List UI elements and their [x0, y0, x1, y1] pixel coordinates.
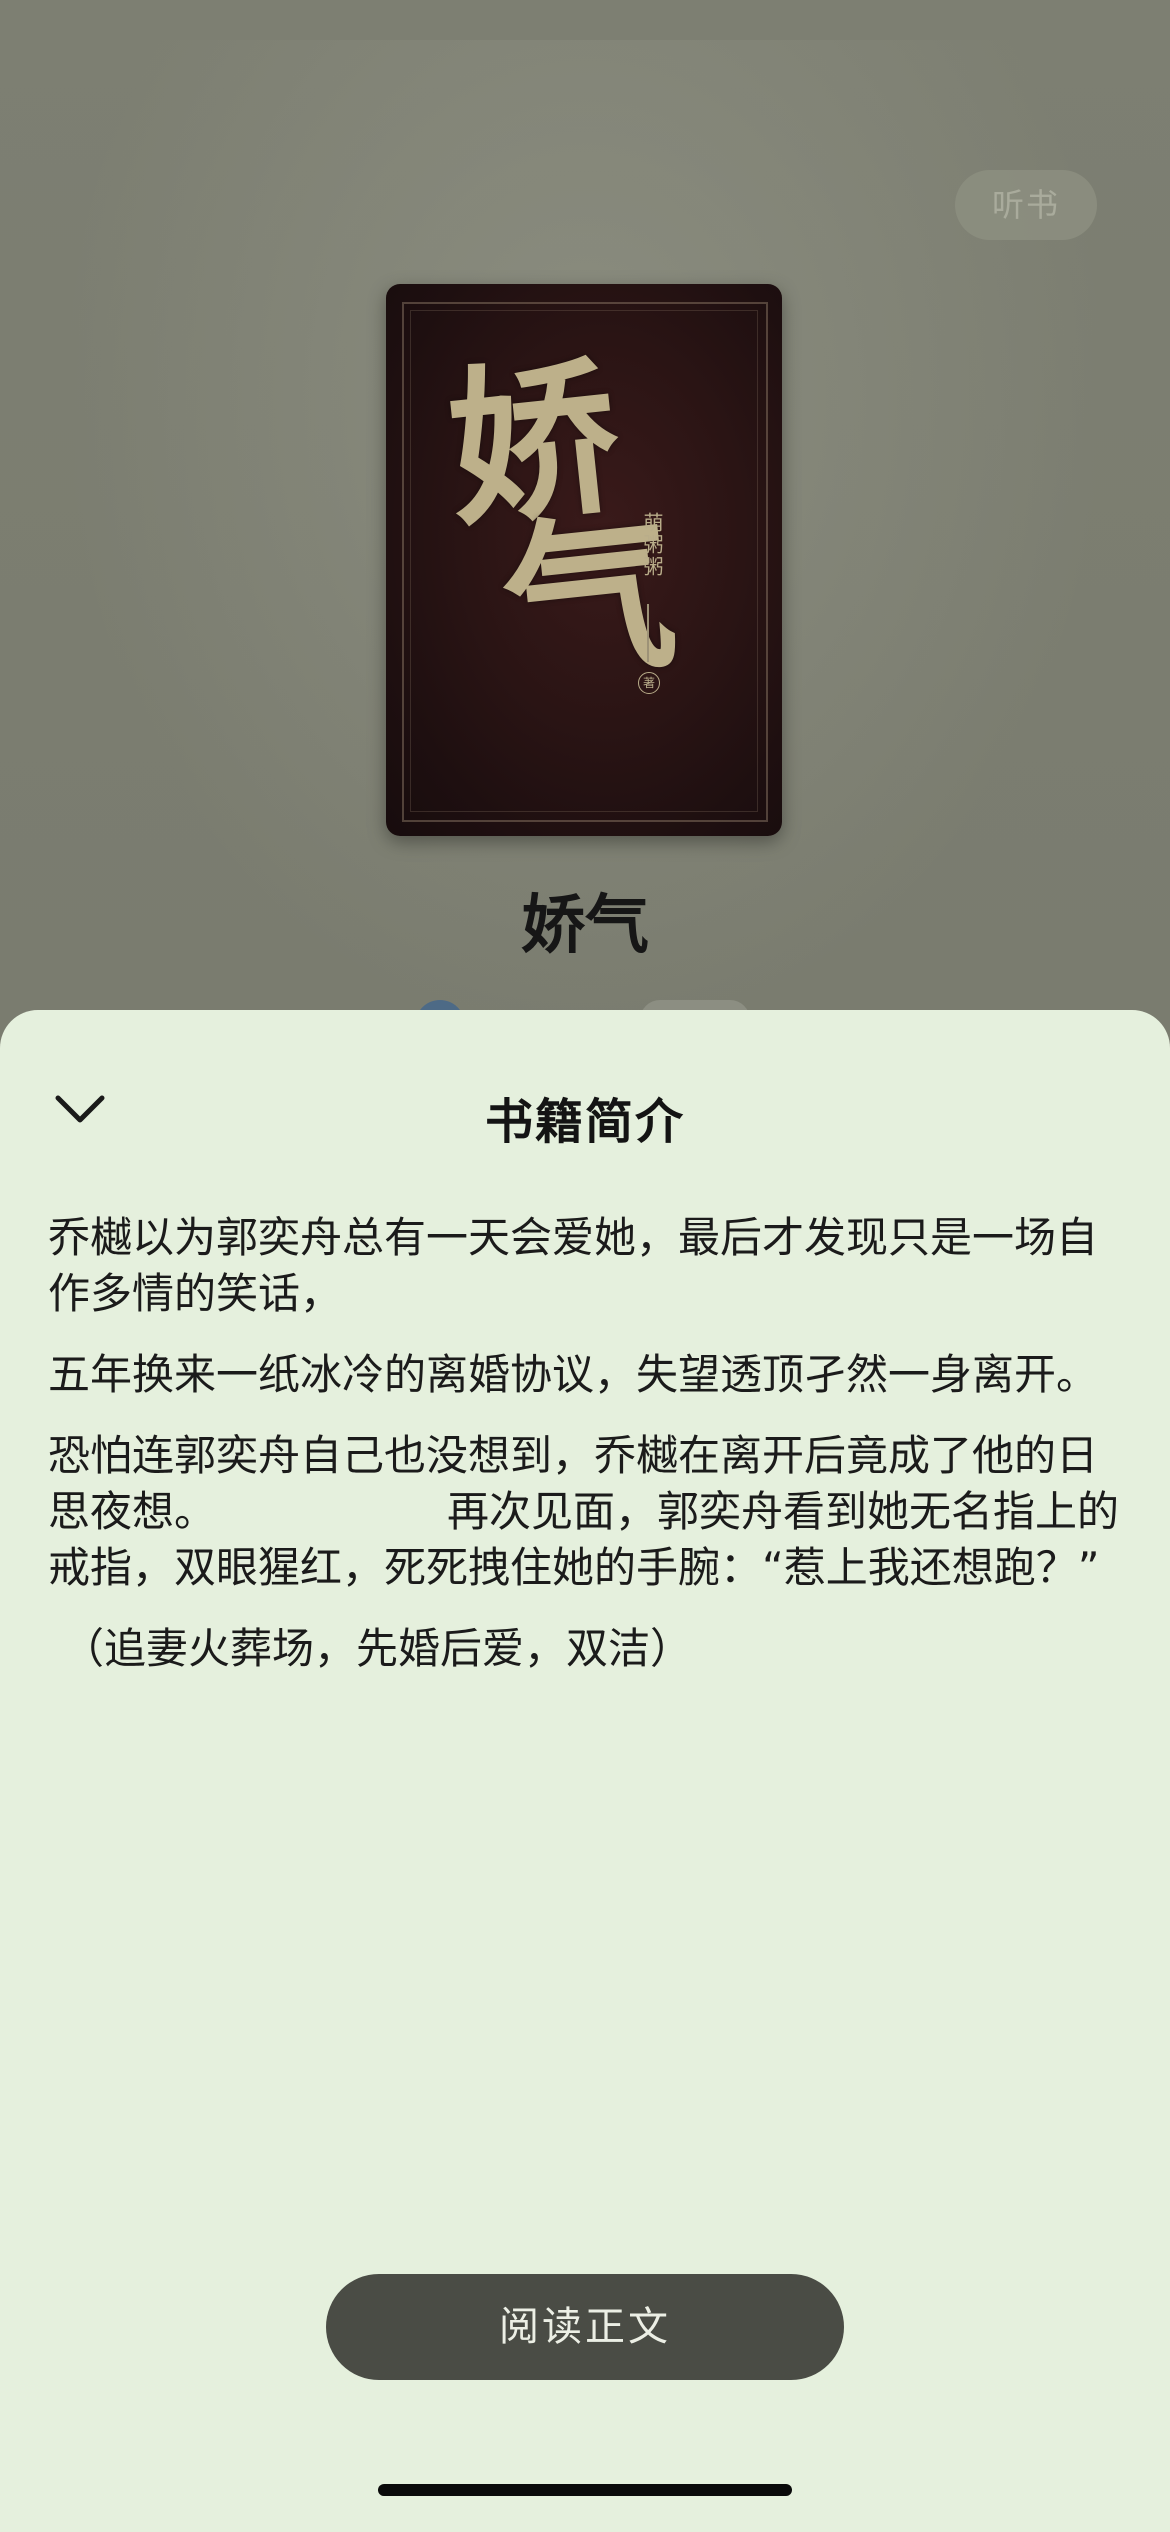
- description-tags: （追妻火葬场，先婚后爱，双洁）: [62, 1624, 693, 1673]
- cover-title-art: 娇 气: [438, 336, 732, 708]
- cover-title-char-2: 气: [494, 490, 685, 708]
- book-cover[interactable]: 娇 气 萌粥粥 著: [386, 284, 782, 836]
- book-title: 娇气: [521, 889, 649, 963]
- description-paragraph: 恐怕连郭奕舟自己也没想到，乔樾在离开后竟成了他的日思夜想。 再次见面，郭奕舟看到…: [48, 1431, 1120, 1592]
- description-paragraph: 五年换来一纸冰冷的离婚协议，失望透顶孑然一身离开。: [48, 1350, 1099, 1399]
- cover-divider: [647, 604, 649, 662]
- description-paragraph: 乔樾以为郭奕舟总有一天会爱她，最后才发现只是一场自作多情的笑话，: [48, 1213, 1099, 1318]
- listen-button[interactable]: 听书: [955, 170, 1097, 240]
- book-description: 乔樾以为郭奕舟总有一天会爱她，最后才发现只是一场自作多情的笑话， 五年换来一纸冰…: [48, 1210, 1122, 1702]
- sheet-header: 书籍简介: [0, 1010, 1170, 1160]
- sheet-title: 书籍简介: [484, 1094, 685, 1150]
- cover-seal: 著: [638, 672, 660, 694]
- read-main-text-button[interactable]: 阅读正文: [326, 2274, 844, 2380]
- home-indicator[interactable]: [378, 2484, 792, 2496]
- cover-author: 萌粥粥: [640, 512, 664, 578]
- intro-sheet: 书籍简介 乔樾以为郭奕舟总有一天会爱她，最后才发现只是一场自作多情的笑话， 五年…: [0, 1010, 1170, 2532]
